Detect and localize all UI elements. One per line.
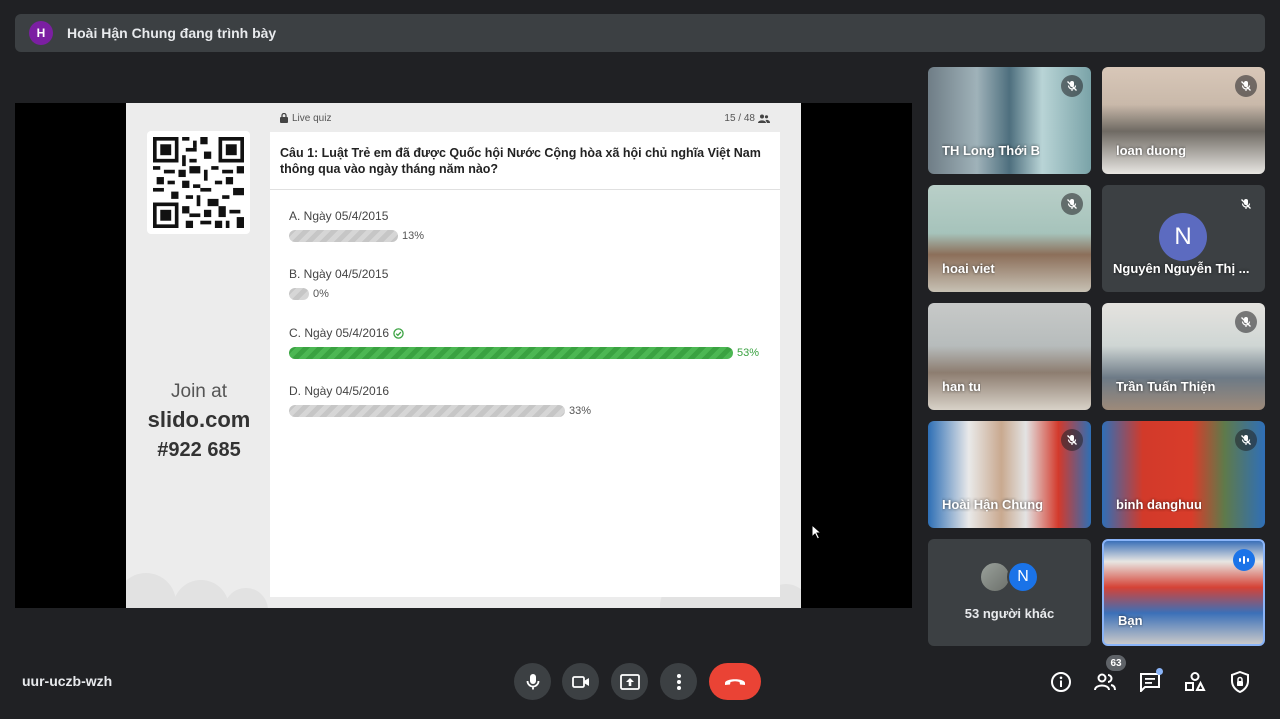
present-button[interactable] [611,663,648,700]
check-circle-icon [393,327,404,339]
mic-off-icon [1235,311,1257,333]
mic-off-icon [1061,429,1083,451]
participant-tile[interactable]: N Nguyên Nguyễn Thị ... [1102,185,1265,292]
meeting-code: uur-uczb-wzh [22,673,113,689]
mic-off-icon [1235,193,1257,215]
join-url: slido.com [147,407,251,432]
chat-icon [1140,673,1160,692]
option-c: C. Ngày 05/4/2016 53% [289,326,769,360]
participant-tile[interactable]: han tu [928,303,1091,410]
tile-name: binh danghuu [1116,497,1202,512]
presentation-stage: Join at slido.com #922 685 Live quiz 15 … [15,103,912,608]
lock-icon [280,113,288,123]
tile-name: TH Long Thới B [942,143,1041,158]
presenter-text: Hoài Hận Chung đang trình bày [67,25,277,41]
quiz-question: Câu 1: Luật Trẻ em đã được Quốc hội Nước… [270,132,780,190]
live-quiz-label-wrap: Live quiz [280,113,331,124]
info-icon [1051,672,1071,692]
join-info: Join at slido.com #922 685 [126,381,272,462]
participant-avatar: N [1159,213,1207,261]
option-bar [289,288,309,300]
mic-off-icon [1235,75,1257,97]
option-label: C. Ngày 05/4/2016 [289,326,390,340]
present-screen-icon [619,673,640,690]
participant-tile[interactable]: binh danghuu [1102,421,1265,528]
participant-tile[interactable]: TH Long Thới B [928,67,1091,174]
option-b: B. Ngày 04/5/2015 0% [289,267,769,301]
join-code: #922 685 [157,439,241,461]
participant-tile[interactable]: Hoài Hận Chung [928,421,1091,528]
qr-code [147,131,250,234]
quiz-header: Live quiz 15 / 48 [280,110,770,126]
mic-off-icon [1061,75,1083,97]
participants-count-wrap: 15 / 48 [724,113,770,124]
tile-name: Nguyên Nguyễn Thị ... [1113,261,1250,276]
mic-off-icon [1061,193,1083,215]
more-options-button[interactable] [660,663,697,700]
more-vert-icon [676,673,681,690]
participant-tile[interactable]: loan duong [1102,67,1265,174]
tile-name: Hoài Hận Chung [942,497,1044,512]
mic-off-icon [1235,429,1257,451]
presenter-avatar: H [29,21,53,45]
cursor-icon [811,524,823,540]
participant-tile[interactable]: hoai viet [928,185,1091,292]
mic-icon [526,673,539,689]
activities-button[interactable] [1182,669,1208,695]
option-d: D. Ngày 04/5/2016 33% [289,384,769,418]
participant-tile[interactable]: Trần Tuấn Thiện [1102,303,1265,410]
chat-notification-dot [1156,668,1163,675]
camera-icon [571,675,589,688]
camera-button[interactable] [562,663,599,700]
tile-name: Bạn [1118,613,1143,628]
option-label: B. Ngày 04/5/2015 [289,267,389,281]
tile-name: loan duong [1116,143,1187,158]
tile-name: hoai viet [942,261,995,276]
participants-count: 15 / 48 [724,112,755,124]
option-percent: 0% [313,288,329,300]
tile-name: han tu [942,379,981,394]
hang-up-icon [725,678,745,685]
option-label: A. Ngày 05/4/2015 [289,209,389,223]
option-label-wrap: C. Ngày 05/4/2016 [289,326,769,340]
people-icon [758,114,770,123]
option-percent: 13% [402,230,425,242]
shield-lock-icon [1231,671,1249,693]
mic-button[interactable] [514,663,551,700]
end-call-button[interactable] [709,663,761,700]
speaking-indicator-icon [1233,549,1255,571]
meeting-details-button[interactable] [1048,669,1074,695]
slido-slide: Join at slido.com #922 685 Live quiz 15 … [126,103,801,608]
option-a: A. Ngày 05/4/2015 13% [289,209,769,243]
host-controls-button[interactable] [1227,669,1253,695]
participants-button[interactable] [1092,669,1118,695]
presenter-bar: H Hoài Hận Chung đang trình bày [15,14,1265,52]
option-bar [289,405,565,417]
participant-tile-others[interactable]: N 53 người khác [928,539,1091,646]
option-bar [289,230,398,242]
activities-icon [1185,672,1206,691]
option-bar [289,347,733,359]
people-icon [1094,673,1116,691]
self-tile[interactable]: Bạn [1102,539,1265,646]
participant-avatar: N [1007,561,1039,593]
qr-code-icon [153,137,244,228]
join-at-label: Join at [171,381,227,402]
option-label: D. Ngày 04/5/2016 [289,384,390,398]
option-percent: 53% [737,347,760,359]
tile-name: Trần Tuấn Thiện [1116,379,1216,394]
live-quiz-label: Live quiz [292,112,332,124]
others-count-label: 53 người khác [964,606,1055,621]
option-percent: 33% [569,405,592,417]
participants-count-badge: 63 [1106,655,1126,671]
quiz-card: Câu 1: Luật Trẻ em đã được Quốc hội Nước… [270,132,780,597]
